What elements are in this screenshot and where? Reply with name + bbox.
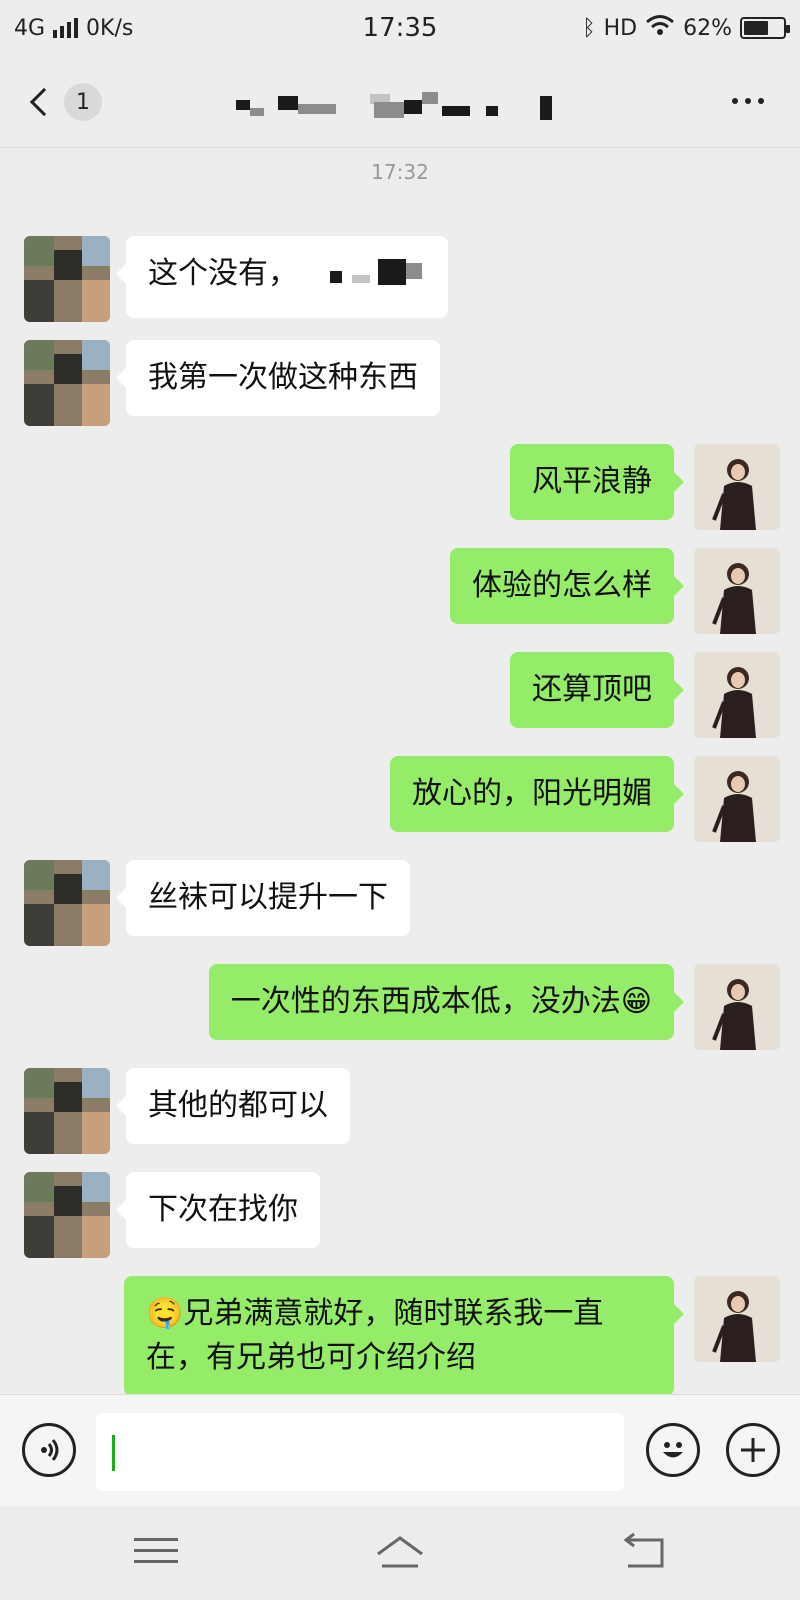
back-nav-button[interactable] [614, 1530, 674, 1576]
my-avatar[interactable] [694, 1276, 780, 1362]
voice-icon [41, 1439, 59, 1461]
emoji-icon [663, 1442, 683, 1458]
system-navigation-bar [0, 1506, 800, 1600]
message-bubble-incoming[interactable]: 这个没有， [116, 236, 448, 318]
contact-avatar[interactable] [24, 340, 110, 426]
message-text: 放心的，阳光明媚 [412, 776, 652, 811]
plus-button[interactable] [726, 1423, 780, 1477]
status-bar: 4G 0K/s 17:35 ᛒ HD 62% [0, 0, 800, 56]
message-text: 体验的怎么样 [472, 568, 652, 603]
message-input-bar [0, 1394, 800, 1506]
back-button[interactable]: 1 [24, 78, 110, 126]
message-bubble-outgoing[interactable]: 体验的怎么样 [450, 548, 684, 624]
message-bubble-incoming[interactable]: 下次在找你 [116, 1172, 320, 1248]
message-text: 这个没有， [148, 256, 298, 291]
home-nav-button[interactable] [370, 1530, 430, 1576]
redacted-text [308, 257, 428, 293]
network-speed: 0K/s [86, 15, 134, 41]
message-bubble-incoming[interactable]: 其他的都可以 [116, 1068, 350, 1144]
contact-name-redacted [230, 90, 570, 120]
message-bubble-outgoing[interactable]: 还算顶吧 [510, 652, 684, 728]
contact-avatar[interactable] [24, 1068, 110, 1154]
signal-icon [53, 18, 79, 38]
my-avatar[interactable] [694, 652, 780, 738]
battery-icon [740, 17, 790, 39]
emoji-button[interactable] [646, 1423, 700, 1477]
my-avatar[interactable] [694, 756, 780, 842]
contact-avatar[interactable] [24, 1172, 110, 1258]
message-bubble-outgoing[interactable]: 放心的，阳光明媚 [390, 756, 684, 832]
battery-percent: 62% [683, 15, 732, 41]
message-text: 一次性的东西成本低，没办法😁 [230, 984, 652, 1019]
more-options-button[interactable] [732, 98, 764, 104]
hd-label: HD [603, 15, 638, 41]
message-text: 🤤兄弟满意就好，随时联系我一直在，有兄弟也可介绍介绍 [146, 1296, 604, 1375]
message-bubble-incoming[interactable]: 丝袜可以提升一下 [116, 860, 410, 936]
chat-header: 1 [0, 56, 800, 148]
message-bubble-incoming[interactable]: 我第一次做这种东西 [116, 340, 440, 416]
wifi-icon [645, 14, 675, 42]
text-cursor [112, 1435, 115, 1471]
message-text: 风平浪静 [532, 464, 652, 499]
message-bubble-outgoing[interactable]: 🤤兄弟满意就好，随时联系我一直在，有兄弟也可介绍介绍 [124, 1276, 684, 1396]
my-avatar[interactable] [694, 964, 780, 1050]
chat-timestamp: 17:32 [371, 160, 429, 184]
my-avatar[interactable] [694, 548, 780, 634]
return-icon [623, 1532, 664, 1568]
plus-icon [741, 1438, 765, 1462]
contact-avatar[interactable] [24, 860, 110, 946]
chevron-left-icon [29, 87, 59, 117]
contact-avatar[interactable] [24, 236, 110, 322]
message-text: 丝袜可以提升一下 [148, 880, 388, 915]
message-text: 还算顶吧 [532, 672, 652, 707]
message-text: 我第一次做这种东西 [148, 360, 418, 395]
unread-badge: 1 [64, 83, 102, 121]
message-text-input[interactable] [96, 1413, 624, 1491]
bluetooth-icon: ᛒ [582, 15, 596, 41]
message-bubble-outgoing[interactable]: 一次性的东西成本低，没办法😁 [208, 964, 685, 1040]
message-text: 下次在找你 [148, 1192, 298, 1227]
my-avatar[interactable] [694, 444, 780, 530]
home-icon [377, 1536, 423, 1568]
message-text: 其他的都可以 [148, 1088, 328, 1123]
network-type: 4G [14, 15, 46, 41]
menu-nav-button[interactable] [126, 1530, 186, 1576]
voice-button[interactable] [22, 1423, 76, 1477]
message-bubble-outgoing[interactable]: 风平浪静 [510, 444, 684, 520]
